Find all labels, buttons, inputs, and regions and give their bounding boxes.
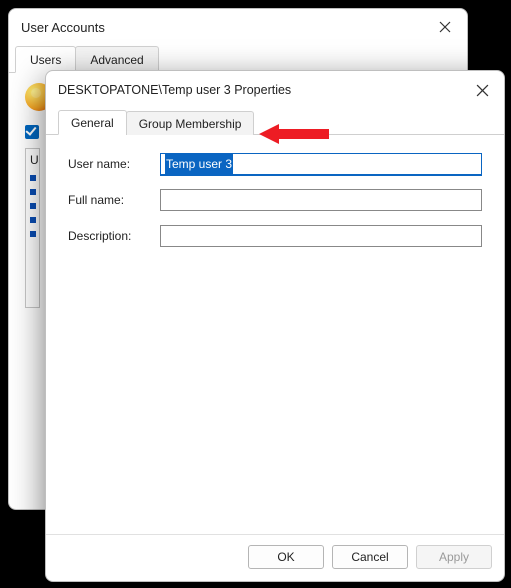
user-name-row: User name: Temp user 3 (68, 153, 482, 175)
users-list: U (25, 148, 40, 308)
user-name-field[interactable]: Temp user 3 (160, 153, 482, 175)
list-item[interactable] (30, 175, 36, 181)
tab-advanced[interactable]: Advanced (75, 46, 158, 73)
description-row: Description: (68, 225, 482, 247)
properties-tabs: General Group Membership (46, 109, 504, 135)
properties-titlebar: DESKTOPATONE\Temp user 3 Properties (46, 71, 504, 109)
list-item[interactable] (30, 189, 36, 195)
list-item[interactable] (30, 217, 36, 223)
full-name-field[interactable] (160, 189, 482, 211)
dialog-buttons: OK Cancel Apply (46, 534, 504, 581)
cancel-button[interactable]: Cancel (332, 545, 408, 569)
list-item[interactable] (30, 231, 36, 237)
general-form: User name: Temp user 3 Full name: Descri… (46, 135, 504, 534)
list-item[interactable] (30, 203, 36, 209)
full-name-row: Full name: (68, 189, 482, 211)
user-accounts-tabs: Users Advanced (9, 45, 467, 73)
ok-button[interactable]: OK (248, 545, 324, 569)
tab-general[interactable]: General (58, 110, 127, 135)
user-name-label: User name: (68, 157, 160, 171)
close-icon[interactable] (472, 80, 492, 100)
description-field[interactable] (160, 225, 482, 247)
tab-users[interactable]: Users (15, 46, 76, 73)
user-accounts-title: User Accounts (21, 20, 105, 35)
users-list-header: U (26, 153, 39, 167)
checkbox-checked-icon[interactable] (25, 125, 39, 139)
full-name-label: Full name: (68, 193, 160, 207)
properties-title: DESKTOPATONE\Temp user 3 Properties (58, 83, 291, 97)
user-accounts-titlebar: User Accounts (9, 9, 467, 45)
user-name-value: Temp user 3 (165, 154, 233, 174)
apply-button: Apply (416, 545, 492, 569)
user-properties-window: DESKTOPATONE\Temp user 3 Properties Gene… (45, 70, 505, 582)
close-icon[interactable] (435, 17, 455, 37)
description-label: Description: (68, 229, 160, 243)
tab-group-membership[interactable]: Group Membership (126, 111, 255, 135)
